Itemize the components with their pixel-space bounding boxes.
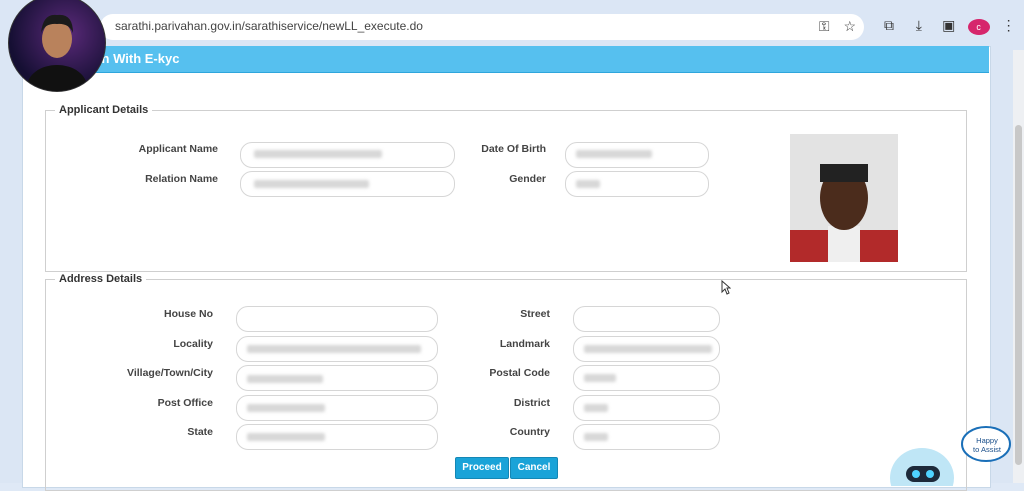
robot-assistant-icon: [890, 426, 1011, 491]
redacted-value: [247, 375, 323, 383]
chatbot-widget[interactable]: Happy to Assist: [890, 426, 1014, 491]
house-no-label: House No: [163, 308, 213, 320]
url-text[interactable]: sarathi.parivahan.gov.in/sarathiservice/…: [115, 19, 423, 33]
house-no-field[interactable]: [236, 306, 438, 332]
redacted-value: [576, 150, 652, 158]
person-icon: [27, 14, 87, 91]
key-icon[interactable]: ⚿: [819, 18, 830, 34]
address-bar-icons: ⚿ ☆: [809, 18, 856, 35]
landmark-label: Landmark: [499, 338, 550, 350]
bookmark-star-icon[interactable]: ☆: [843, 18, 856, 34]
photo-placeholder: [790, 134, 898, 262]
redacted-value: [247, 404, 325, 412]
sidebar-icon[interactable]: ▣: [938, 17, 960, 34]
assist-line-2: to Assist: [973, 445, 1001, 454]
assist-text: Happy to Assist: [970, 436, 1004, 454]
extensions-icon[interactable]: ⧉: [878, 17, 900, 34]
cancel-button[interactable]: Cancel: [510, 457, 558, 479]
download-icon[interactable]: ⤓: [908, 17, 930, 34]
redacted-value: [584, 404, 608, 412]
applicant-photo: [790, 134, 898, 262]
redacted-value: [584, 345, 712, 353]
state-label: State: [187, 426, 213, 438]
postal-code-label: Postal Code: [489, 367, 550, 379]
relation-name-label: Relation Name: [145, 173, 218, 185]
address-bar[interactable]: sarathi.parivahan.gov.in/sarathiservice/…: [100, 14, 864, 40]
country-label: Country: [509, 426, 550, 438]
post-office-label: Post Office: [157, 397, 213, 409]
redacted-value: [247, 433, 325, 441]
profile-avatar[interactable]: c: [967, 17, 990, 35]
street-label: Street: [520, 308, 550, 320]
toolbar-icons: ⧉ ⤓ ▣ c ⋮: [878, 17, 1024, 35]
applicant-details-legend: Applicant Details: [55, 104, 153, 116]
mouse-cursor-icon: [721, 280, 731, 295]
redacted-value: [254, 180, 369, 188]
applicant-name-label: Applicant Name: [138, 143, 218, 155]
village-label: Village/Town/City: [127, 367, 213, 379]
redacted-value: [584, 433, 608, 441]
proceed-button[interactable]: Proceed: [455, 457, 509, 479]
page-scrollbar[interactable]: [1013, 50, 1024, 483]
locality-label: Locality: [173, 338, 213, 350]
menu-icon[interactable]: ⋮: [998, 17, 1020, 34]
redacted-value: [254, 150, 382, 158]
redacted-value: [576, 180, 600, 188]
street-field[interactable]: [573, 306, 720, 332]
address-details-legend: Address Details: [55, 273, 147, 285]
dob-label: Date Of Birth: [481, 143, 546, 155]
assist-line-1: Happy: [976, 436, 998, 445]
browser-toolbar: sarathi.parivahan.gov.in/sarathiservice/…: [0, 0, 1024, 50]
scrollbar-thumb[interactable]: [1015, 125, 1022, 465]
gender-label: Gender: [509, 173, 546, 185]
district-label: District: [513, 397, 550, 409]
panel-header: ion With E-kyc: [22, 46, 989, 73]
redacted-value: [247, 345, 421, 353]
redacted-value: [584, 374, 616, 382]
